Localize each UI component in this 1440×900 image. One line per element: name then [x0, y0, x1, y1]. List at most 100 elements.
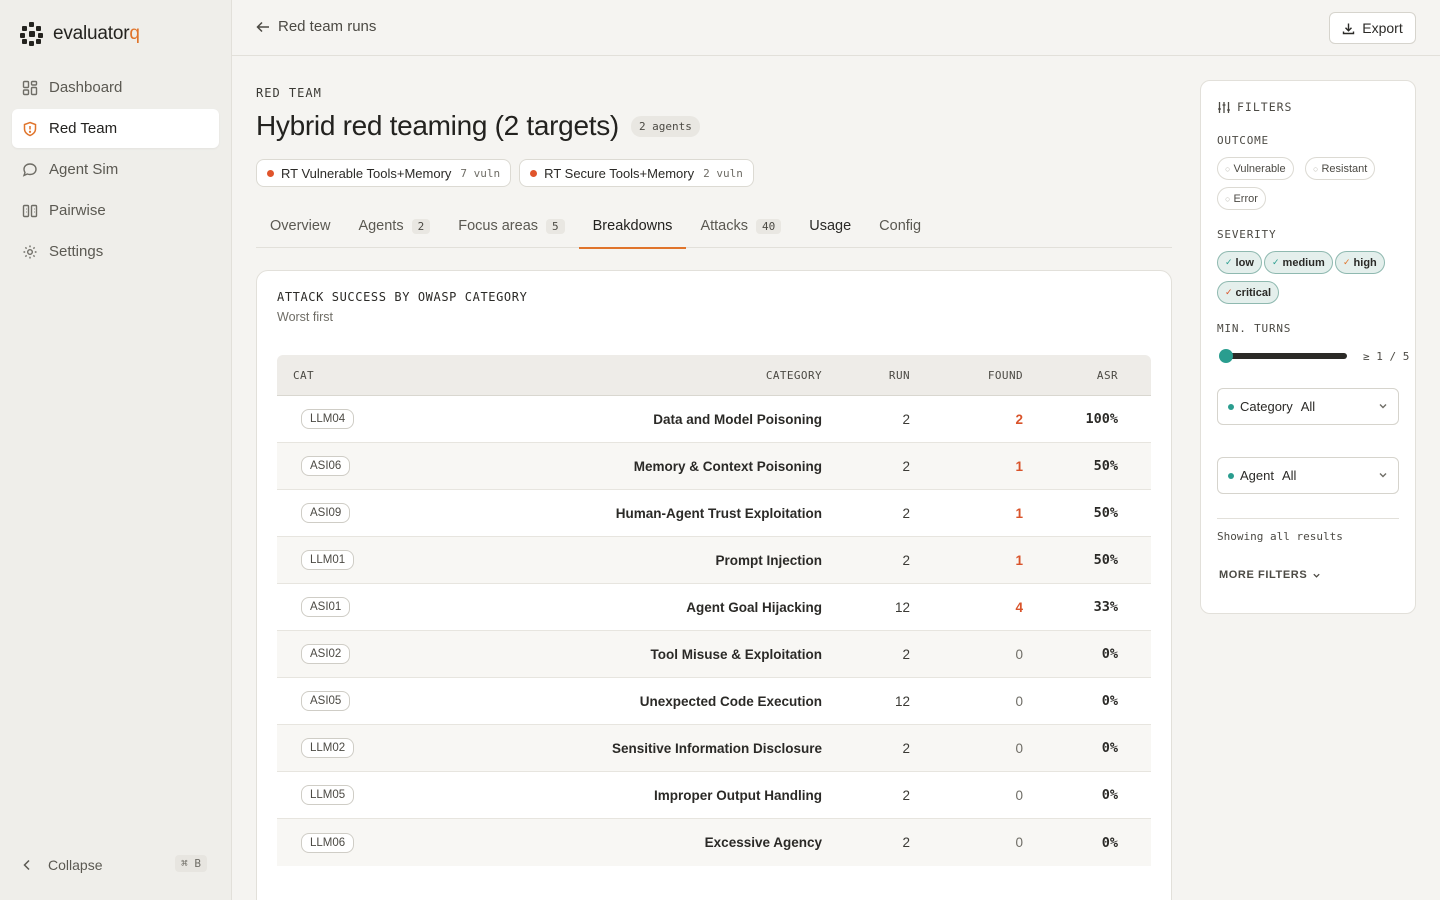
sidebar: evaluatorq Dashboard Red Team Agent Sim …: [0, 0, 232, 900]
outcome-chip-error[interactable]: ○ Error: [1217, 187, 1266, 210]
table-header: CAT CATEGORY RUN FOUND ASR: [277, 355, 1151, 396]
slider-thumb[interactable]: [1219, 349, 1233, 363]
column-header-category[interactable]: CATEGORY: [432, 369, 822, 382]
category-select[interactable]: Category All: [1217, 388, 1399, 425]
table-row[interactable]: LLM01 Prompt Injection 2 1 50%: [277, 537, 1151, 584]
breakdown-card: ATTACK SUCCESS BY OWASP CATEGORY Worst f…: [256, 270, 1172, 900]
severity-chip-critical[interactable]: ✓ critical: [1217, 281, 1280, 304]
table-row[interactable]: LLM02 Sensitive Information Disclosure 2 0 0…: [277, 725, 1151, 772]
tab-focus-areas[interactable]: Focus areas 5: [444, 204, 578, 248]
asr-cell: 33%: [1093, 599, 1118, 615]
category-cell: Prompt Injection: [715, 552, 822, 568]
chip-label: medium: [1282, 256, 1325, 269]
outcome-chip-resistant[interactable]: ○ Resistant: [1305, 157, 1376, 180]
logo[interactable]: evaluatorq: [20, 22, 140, 46]
sidebar-item-pairwise[interactable]: Pairwise: [12, 191, 219, 230]
agent-select[interactable]: Agent All: [1217, 457, 1399, 494]
asr-cell: 50%: [1093, 505, 1118, 521]
tab-breakdowns[interactable]: Breakdowns: [578, 204, 687, 249]
sidebar-item-agent-sim[interactable]: Agent Sim: [12, 150, 219, 189]
dashboard-icon: [22, 80, 38, 95]
severity-chip-high[interactable]: ✓ high: [1335, 251, 1385, 274]
cat-cell: ASI01: [277, 597, 432, 617]
found-cell: 0: [1015, 787, 1023, 803]
owasp-table: CAT CATEGORY RUN FOUND ASR LLM04 Data and…: [277, 355, 1151, 866]
table-row[interactable]: LLM05 Improper Output Handling 2 0 0%: [277, 772, 1151, 819]
target-name: RT Secure Tools+Memory: [544, 165, 695, 181]
table-row[interactable]: LLM04 Data and Model Poisoning 2 2 100%: [277, 396, 1151, 443]
cat-cell: LLM01: [277, 550, 432, 570]
severity-label: SEVERITY: [1217, 228, 1277, 241]
chevron-down-icon: [1379, 404, 1387, 409]
category-cell: Tool Misuse & Exploitation: [650, 646, 822, 662]
category-cell: Human-Agent Trust Exploitation: [615, 505, 822, 521]
table-body: LLM04 Data and Model Poisoning 2 2 100% ASI06…: [277, 396, 1151, 866]
category-cell: Data and Model Poisoning: [653, 411, 822, 427]
tab-agents[interactable]: Agents 2: [344, 204, 444, 248]
target-chip[interactable]: RT Vulnerable Tools+Memory 7 vuln: [256, 159, 512, 187]
severity-chip-medium[interactable]: ✓ medium: [1264, 251, 1333, 274]
column-header-run[interactable]: RUN: [822, 369, 910, 382]
column-header-cat[interactable]: CAT: [277, 369, 432, 382]
category-cell: Excessive Agency: [704, 835, 822, 850]
select-label: Category: [1240, 399, 1293, 414]
target-chip[interactable]: RT Secure Tools+Memory 2 vuln: [519, 159, 754, 187]
severity-chip-low[interactable]: ✓ low: [1217, 251, 1262, 274]
table-row[interactable]: ASI05 Unexpected Code Execution 12 0 0%: [277, 678, 1151, 725]
cat-cell: LLM02: [277, 738, 432, 758]
select-label: Agent: [1240, 468, 1274, 483]
cat-code-badge: LLM04: [301, 409, 355, 429]
tab-label: Usage: [809, 218, 852, 234]
export-button[interactable]: Export: [1329, 12, 1416, 44]
target-vuln-count: 2 vuln: [703, 166, 743, 180]
download-icon: [1343, 23, 1355, 34]
target-name: RT Vulnerable Tools+Memory: [281, 165, 452, 181]
category-cell: Agent Goal Hijacking: [686, 599, 822, 615]
collapse-button[interactable]: Collapse ⌘ B: [12, 847, 219, 883]
column-header-asr[interactable]: ASR: [1023, 369, 1134, 382]
column-header-found[interactable]: FOUND: [910, 369, 1023, 382]
tab-count-badge: 40: [755, 218, 782, 234]
columns-icon: [22, 204, 38, 217]
outcome-chip-vulnerable[interactable]: ○ Vulnerable: [1217, 157, 1294, 180]
chevron-left-icon: [23, 859, 30, 871]
sidebar-nav: Dashboard Red Team Agent Sim Pairwise Se…: [12, 68, 219, 273]
chip-label: Error: [1233, 192, 1258, 205]
filters-panel: FILTERS OUTCOME ○ Vulnerable ○ Resistant ○…: [1200, 80, 1416, 614]
sidebar-item-dashboard[interactable]: Dashboard: [12, 68, 219, 107]
table-row[interactable]: ASI01 Agent Goal Hijacking 12 4 33%: [277, 584, 1151, 631]
table-row[interactable]: ASI02 Tool Misuse & Exploitation 2 0 0%: [277, 631, 1151, 678]
run-cell: 2: [902, 835, 910, 850]
min-turns-slider[interactable]: ≥ 1 / 5: [1217, 349, 1413, 363]
table-row[interactable]: ASI09 Human-Agent Trust Exploitation 2 1 50%: [277, 490, 1151, 537]
tab-attacks[interactable]: Attacks 40: [686, 204, 795, 248]
category-cell: Improper Output Handling: [654, 787, 822, 803]
table-row[interactable]: ASI06 Memory & Context Poisoning 2 1 50%: [277, 443, 1151, 490]
tab-label: Breakdowns: [592, 218, 673, 234]
radio-empty-icon: ○: [1313, 163, 1319, 174]
asr-cell: 50%: [1093, 552, 1118, 568]
cat-code-badge: LLM05: [301, 785, 355, 805]
run-cell: 12: [894, 599, 910, 615]
tab-config[interactable]: Config: [865, 204, 935, 248]
select-value: All: [1300, 399, 1316, 414]
table-row[interactable]: LLM06 Excessive Agency 2 0 0%: [277, 819, 1151, 866]
tab-label: Overview: [270, 218, 331, 234]
tab-usage[interactable]: Usage: [795, 204, 865, 248]
sidebar-item-red-team[interactable]: Red Team: [12, 109, 219, 148]
filters-title: FILTERS: [1237, 100, 1293, 114]
chevron-down-icon: [1379, 473, 1387, 478]
sidebar-item-label: Dashboard: [49, 79, 123, 96]
cat-code-badge: LLM02: [301, 738, 355, 758]
sidebar-item-settings[interactable]: Settings: [12, 232, 219, 271]
more-filters-button[interactable]: MORE FILTERS: [1219, 569, 1321, 581]
asr-cell: 0%: [1101, 834, 1118, 851]
found-cell: 1: [1015, 552, 1023, 568]
category-cell: Memory & Context Poisoning: [633, 458, 822, 474]
sidebar-item-label: Agent Sim: [49, 161, 119, 178]
tab-overview[interactable]: Overview: [256, 204, 344, 248]
min-turns-label: MIN. TURNS: [1217, 322, 1292, 335]
chip-label: low: [1235, 256, 1254, 269]
arrow-left-icon: [256, 21, 269, 32]
back-link[interactable]: Red team runs: [256, 18, 376, 35]
